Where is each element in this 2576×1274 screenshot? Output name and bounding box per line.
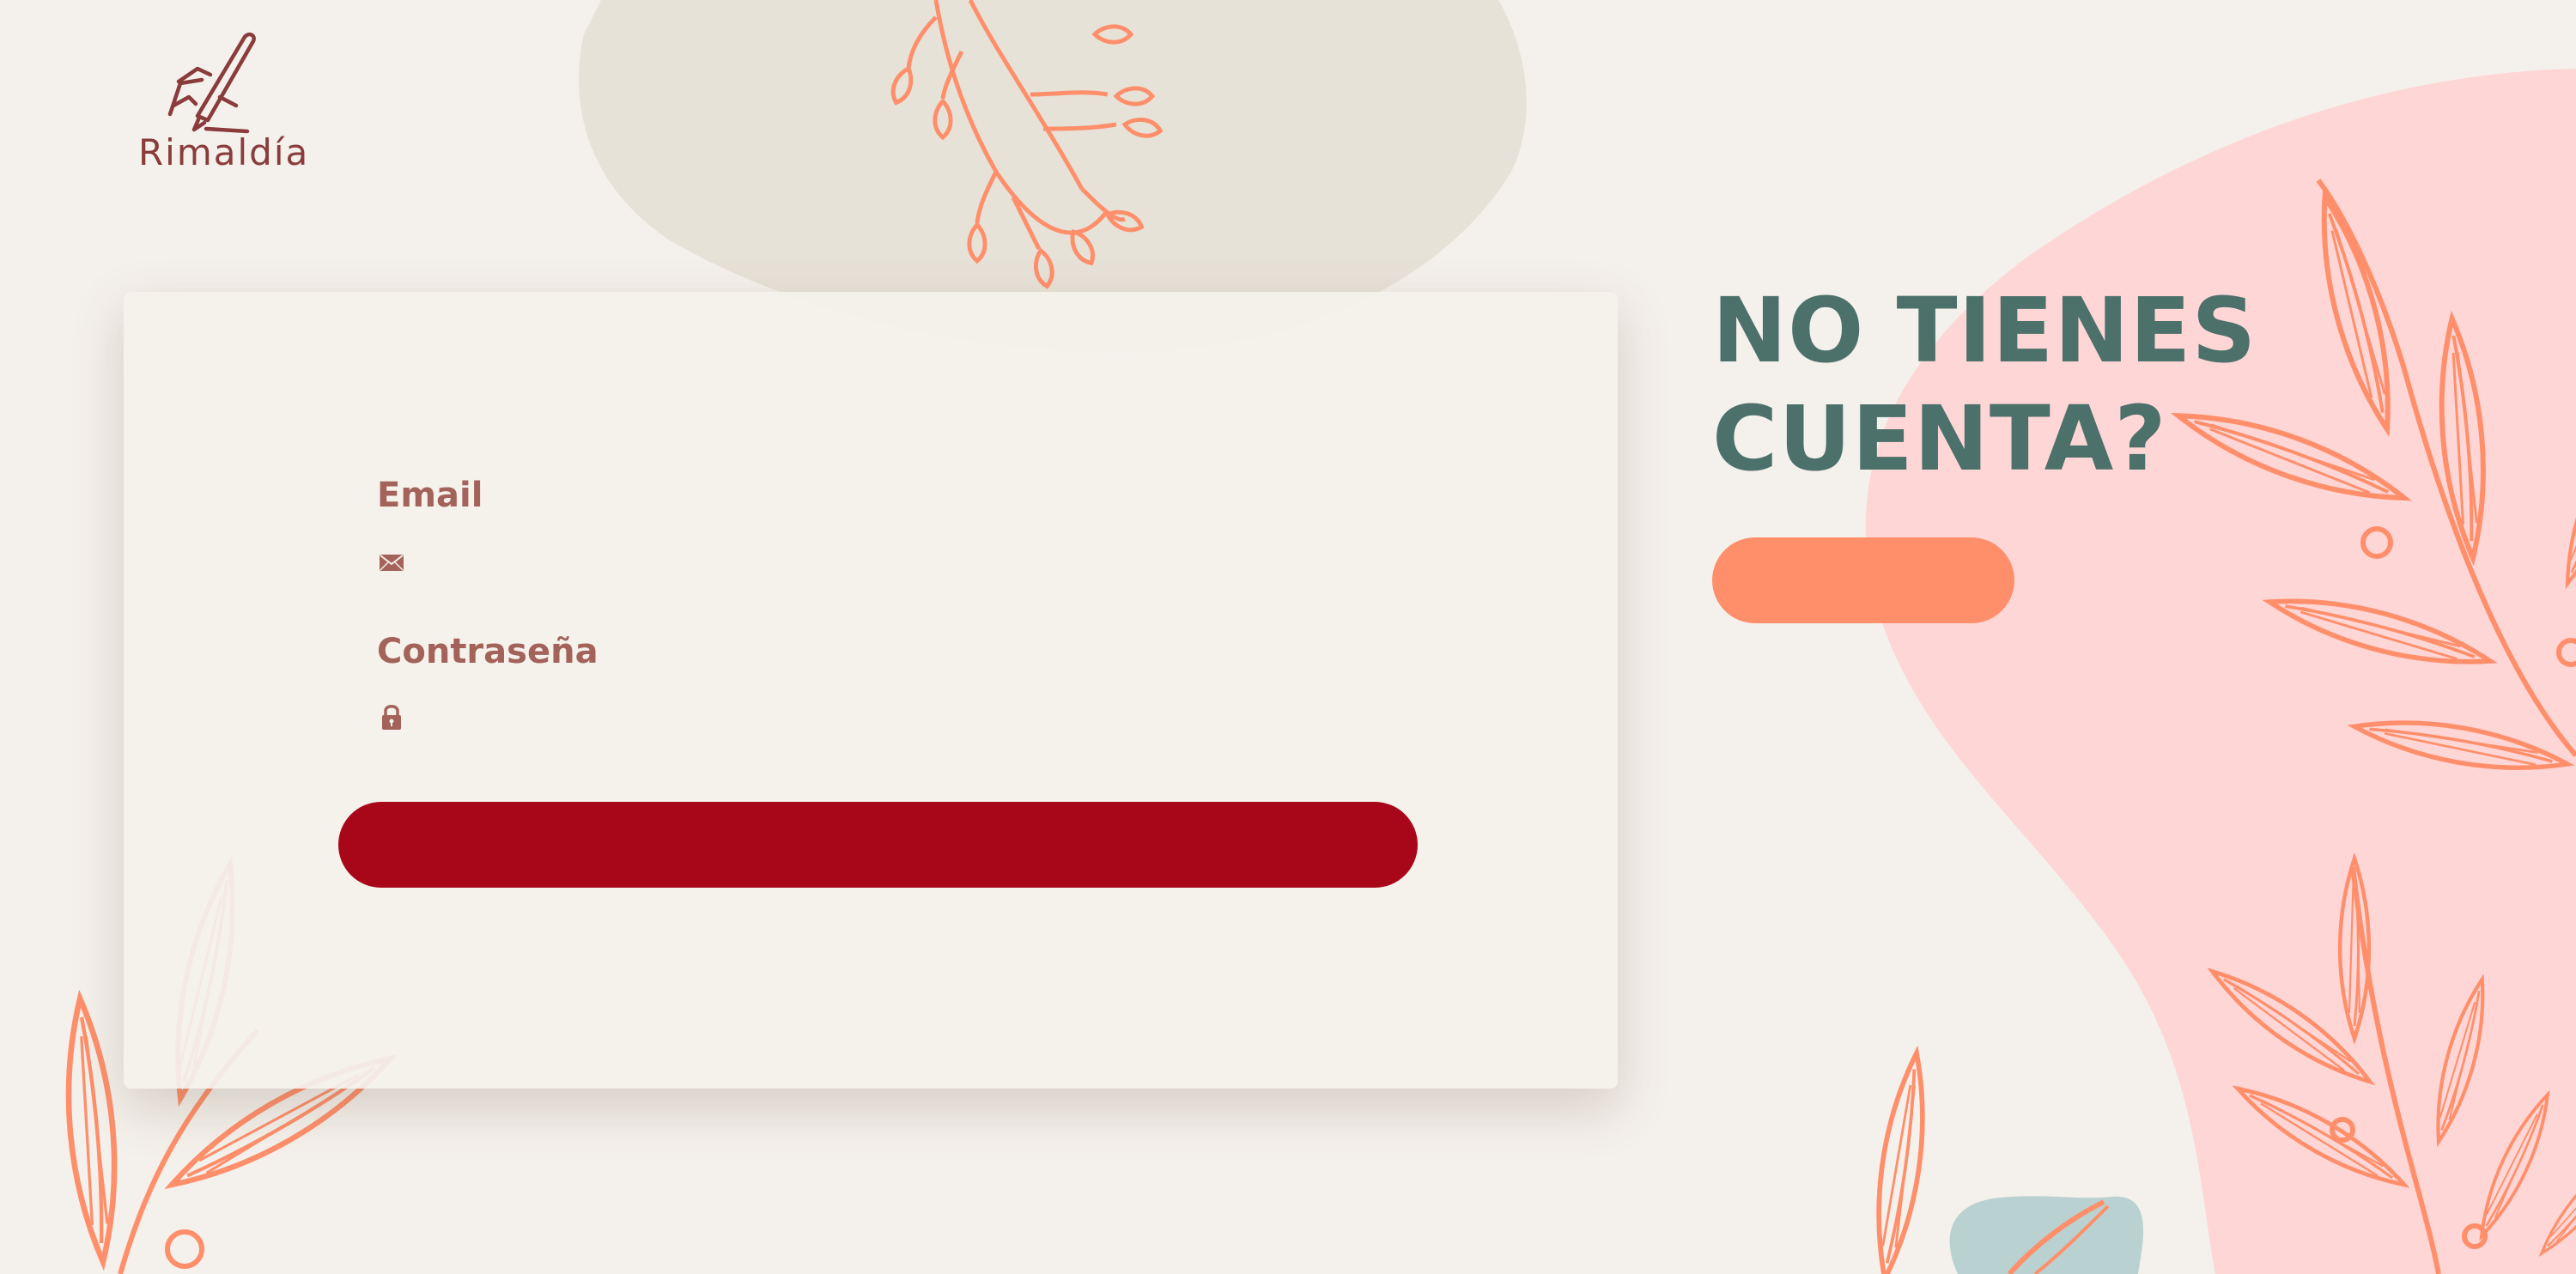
envelope-icon <box>380 555 404 571</box>
brand-name: Rimaldía <box>138 131 310 173</box>
login-card: Email Contraseña <box>124 292 1618 1089</box>
pink-blob <box>1865 69 2576 1274</box>
email-label: Email <box>377 476 483 515</box>
signup-title-line2: CUENTA? <box>1712 386 2167 491</box>
email-input[interactable] <box>422 543 1493 582</box>
brand-logo[interactable]: Rimaldía <box>133 30 307 176</box>
signup-title-line1: NO TIENES <box>1712 278 2257 383</box>
signup-button[interactable] <box>1712 537 2014 623</box>
password-label: Contraseña <box>377 632 598 671</box>
login-submit-button[interactable] <box>338 802 1418 888</box>
email-field-row <box>377 541 1493 584</box>
password-input[interactable] <box>422 697 1493 737</box>
hand-writing-icon <box>167 32 256 134</box>
password-field-row <box>377 695 1493 738</box>
signup-title: NO TIENES CUENTA? <box>1712 276 2257 493</box>
lock-icon <box>382 705 401 730</box>
